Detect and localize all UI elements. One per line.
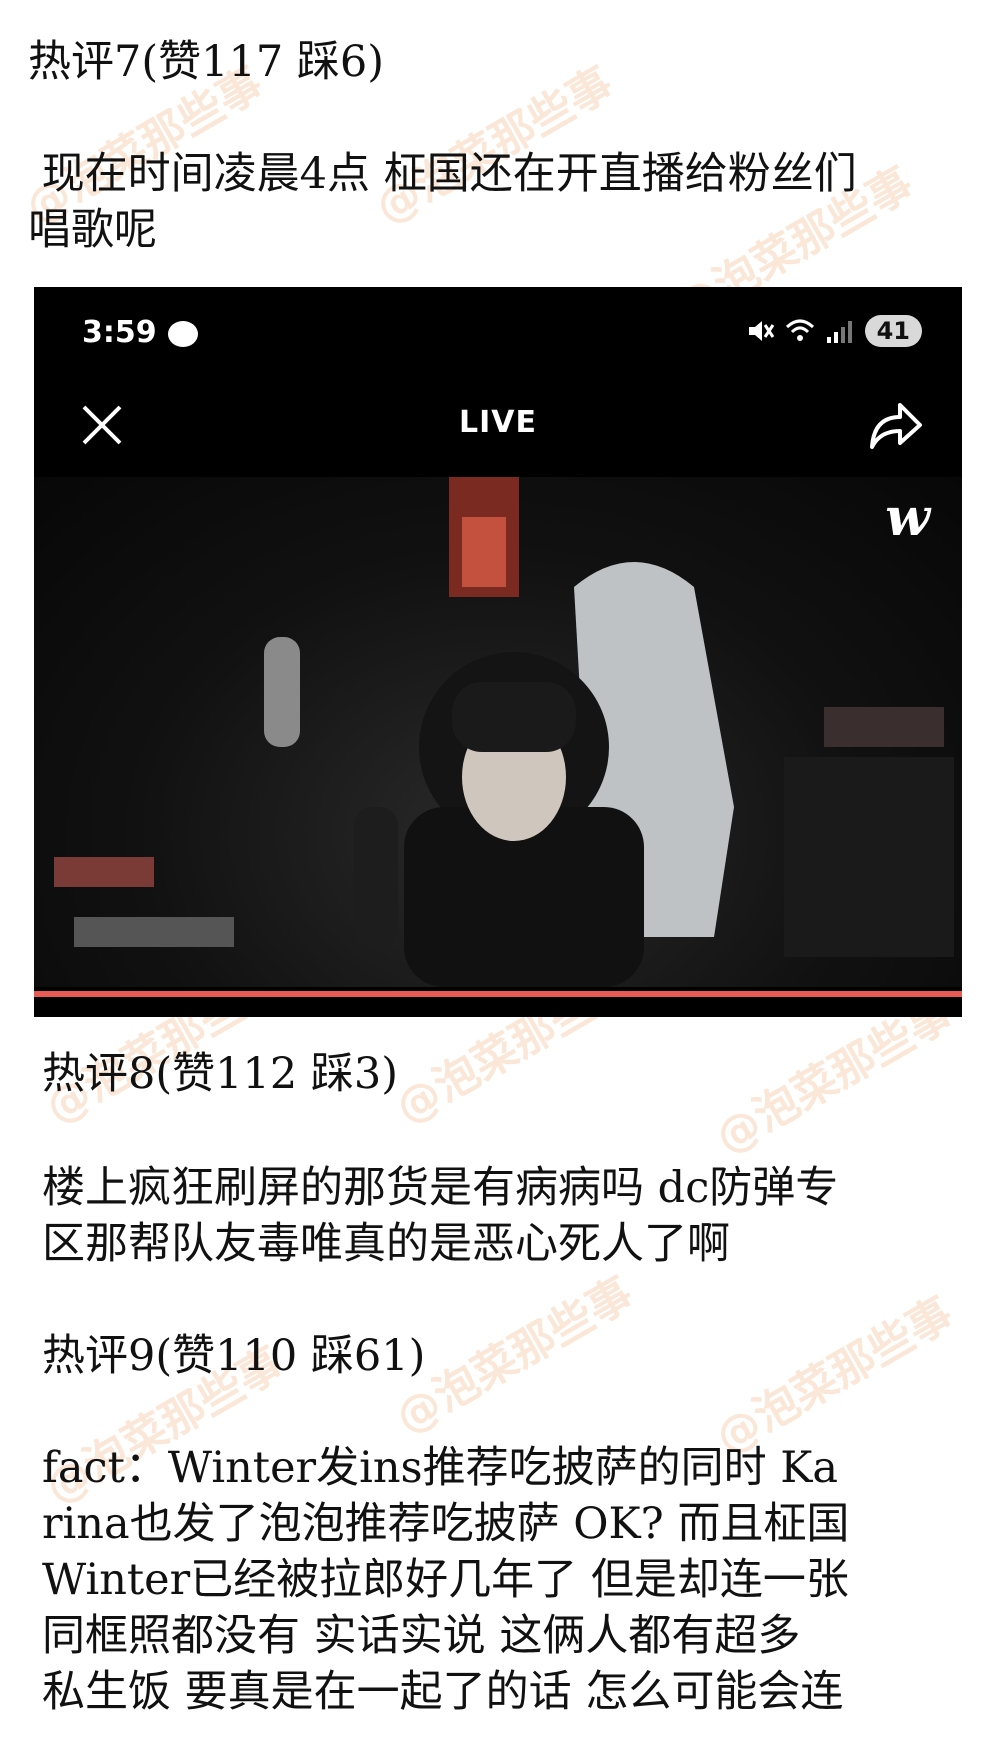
- stream-progress-bar: [34, 991, 962, 997]
- comment-body-line: Winter已经被拉郎好几年了 但是却连一张: [42, 1555, 849, 1605]
- comment-body-line: fact：Winter发ins推荐吃披萨的同时 Ka: [42, 1443, 839, 1493]
- comment-header: 热评9(赞110 踩61): [42, 1331, 426, 1381]
- signal-icon: [826, 321, 852, 343]
- battery-indicator: 41: [864, 315, 922, 347]
- comment-body-line: 唱歌呢: [28, 205, 157, 255]
- live-title: LIVE: [459, 405, 537, 440]
- phone-status-bar: 3:59 41: [34, 287, 962, 387]
- watermark: @泡菜那些事: [367, 57, 622, 234]
- live-stream-screenshot: 3:59 41 LIVE w: [34, 287, 962, 1017]
- comment-body-line: 同框照都没有 实话实说 这俩人都有超多: [42, 1611, 801, 1661]
- comment-header: 热评7(赞117 踩6): [28, 37, 385, 87]
- watermark: @泡菜那些事: [707, 1287, 962, 1464]
- wifi-icon: [785, 319, 814, 341]
- comment-body-line: 区那帮队友毒唯真的是恶心死人了啊: [42, 1219, 730, 1269]
- comment-body-line: rina也发了泡泡推荐吃披萨 OK? 而且柾国: [42, 1499, 850, 1549]
- status-icons: 41: [745, 315, 922, 347]
- share-icon[interactable]: [866, 397, 924, 453]
- status-time: 3:59: [82, 315, 157, 350]
- comment-body-line: 私生饭 要真是在一起了的话 怎么可能会连: [42, 1667, 844, 1717]
- comment-body-line: 楼上疯狂刷屏的那货是有病病吗 dc防弹专: [42, 1163, 839, 1213]
- mute-icon: [748, 321, 774, 341]
- message-bubble-icon: [168, 321, 198, 347]
- weverse-logo-icon: w: [885, 487, 930, 548]
- comment-header: 热评8(赞112 踩3): [42, 1049, 399, 1099]
- stream-video-frame: [34, 477, 962, 987]
- comment-body-line: 现在时间凌晨4点 柾国还在开直播给粉丝们: [28, 149, 857, 199]
- stream-scene-illustration: [54, 477, 954, 987]
